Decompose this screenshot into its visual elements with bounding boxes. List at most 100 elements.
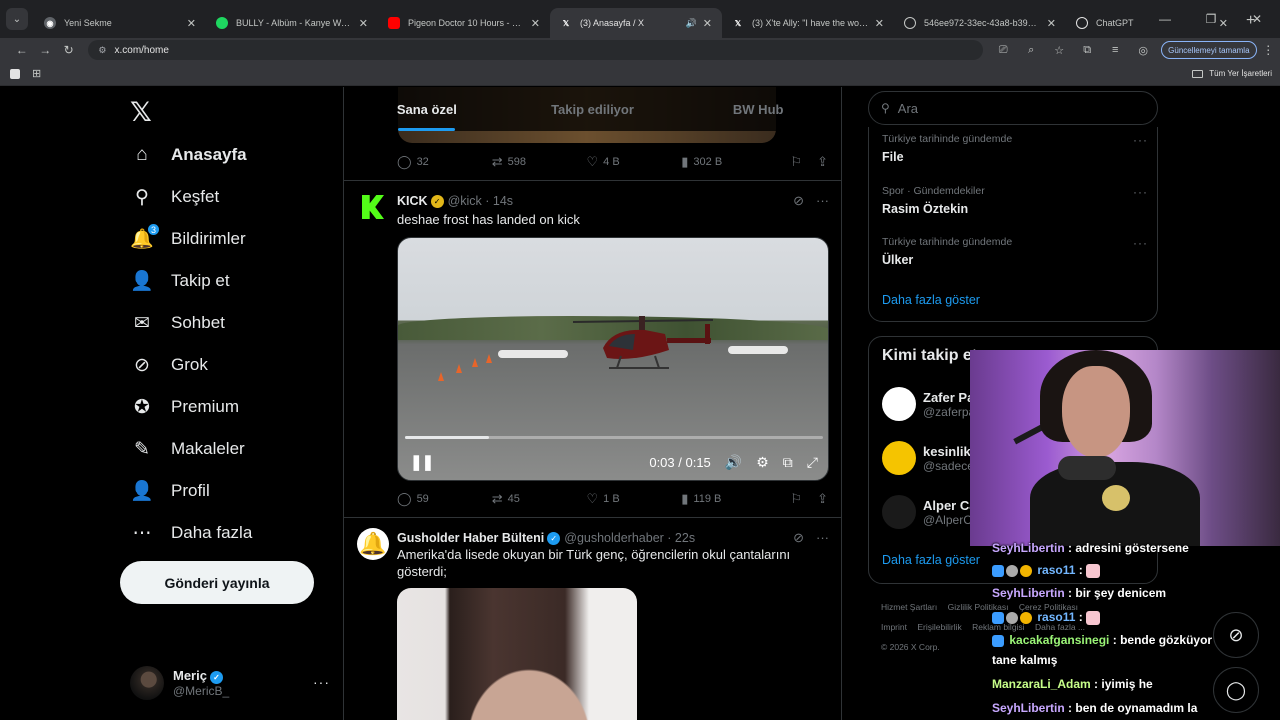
grok-icon[interactable]: ⊘ — [793, 193, 804, 209]
bookmark-app-icon[interactable] — [10, 68, 20, 79]
speaker-icon[interactable]: 🔊 — [686, 18, 697, 29]
bookmark-icon[interactable]: ⚐ — [776, 491, 802, 507]
tweet-gusholder[interactable]: 🔔 Gusholder Haber Bülteni ✓ @gusholderha… — [344, 518, 841, 720]
x-logo-icon[interactable]: 𝕏 — [130, 97, 152, 128]
author-name[interactable]: KICK — [397, 194, 428, 208]
footer-link[interactable]: Erişilebilirlik — [917, 622, 961, 632]
author-handle[interactable]: @kick · 14s — [448, 194, 513, 208]
sidebar-item-mail[interactable]: ✉ Sohbet — [130, 303, 225, 343]
like-button[interactable]: ♡ 1 B — [587, 491, 682, 507]
browser-tab[interactable]: ◉ Yeni Sekme ✕ — [34, 8, 206, 38]
browser-tab[interactable]: 𝕏 (3) X'te Ally: "I have the world o ✕ — [722, 8, 894, 38]
sidebar-item-search[interactable]: ⚲ Keşfet — [130, 177, 219, 217]
sidebar-item-home[interactable]: ⌂ Anasayfa — [130, 135, 246, 175]
sidebar-item-profile[interactable]: 👤 Profil — [130, 471, 210, 511]
extensions-icon[interactable]: ⧉ — [1073, 44, 1101, 57]
sidebar-item-grok[interactable]: ⊘ Grok — [130, 345, 208, 385]
footer-link[interactable]: Hizmet Şartları — [881, 602, 937, 612]
star-icon[interactable]: ☆ — [1045, 44, 1073, 57]
video-progress-bar[interactable] — [405, 436, 823, 439]
trend-item[interactable]: Spor · Gündemdekiler Rasim Öztekin ··· — [882, 185, 1148, 216]
author-handle[interactable]: @gusholderhaber · 22s — [564, 531, 695, 545]
badge-icon — [1020, 564, 1032, 577]
repost-button[interactable]: ⇄ 598 — [492, 154, 587, 170]
search-input[interactable]: ⚲ Ara — [868, 91, 1158, 125]
follow-suggestion[interactable]: kesinlikl @sadece — [882, 441, 974, 475]
address-bar[interactable]: ⚙ x.com/home — [88, 40, 984, 60]
all-bookmarks[interactable]: Tüm Yer İşaretleri — [1192, 69, 1272, 78]
media-icon[interactable]: ≡ — [1101, 44, 1129, 57]
close-tab-icon[interactable]: ✕ — [187, 17, 196, 30]
back-icon[interactable]: ← — [10, 43, 33, 57]
maximize-icon[interactable]: ❐ — [1188, 12, 1234, 26]
sidebar-item-bell[interactable]: 🔔 3 Bildirimler — [130, 219, 246, 259]
views-button[interactable]: ▮ 302 B — [681, 154, 776, 170]
close-tab-icon[interactable]: ✕ — [531, 17, 540, 30]
fullscreen-icon[interactable]: ⤢ — [807, 454, 818, 471]
reply-button[interactable]: ◯ 59 — [397, 491, 492, 507]
browser-tab[interactable]: 546ee972-33ec-43a8-b399-68 ✕ — [894, 8, 1066, 38]
forward-icon[interactable]: → — [33, 43, 56, 57]
like-button[interactable]: ♡ 4 B — [587, 154, 682, 170]
sidebar-item-more[interactable]: ⋯ Daha fazla — [130, 513, 253, 553]
pip-icon[interactable]: ⧉ — [783, 454, 793, 471]
close-tab-icon[interactable]: ✕ — [1047, 17, 1056, 30]
reload-icon[interactable]: ↻ — [57, 43, 80, 57]
share-icon[interactable]: ⇪ — [802, 154, 828, 170]
cast-icon[interactable]: ⎚ — [989, 44, 1017, 57]
show-more-link[interactable]: Daha fazla göster — [882, 293, 980, 307]
video-player[interactable]: ❚❚ 0:03 / 0:15 🔊 ⚙ ⧉ ⤢ — [397, 237, 829, 481]
grok-floating-button[interactable]: ⊘ — [1213, 612, 1259, 658]
browser-tab-active[interactable]: 𝕏 (3) Anasayfa / X 🔊 ✕ — [550, 8, 722, 38]
repost-button[interactable]: ⇄ 45 — [492, 491, 587, 507]
gusholder-avatar[interactable]: 🔔 — [357, 528, 389, 560]
more-dots-icon[interactable]: ··· — [816, 530, 829, 546]
trend-item[interactable]: Türkiye tarihinde gündemde File ··· — [882, 133, 1148, 164]
close-tab-icon[interactable]: ✕ — [703, 17, 712, 30]
account-switcher[interactable]: Meriç ✓ @MericB_ ··· — [130, 666, 330, 700]
tab-bw-hub[interactable]: BW Hub — [675, 87, 841, 131]
sidebar-item-articles[interactable]: ✎ Makaleler — [130, 429, 245, 469]
kebab-menu-icon[interactable]: ⋮ — [1257, 43, 1280, 57]
tab-following[interactable]: Takip ediliyor — [510, 87, 676, 131]
reply-button[interactable]: ◯ 32 — [397, 154, 492, 170]
kick-avatar[interactable] — [357, 191, 389, 223]
grok-icon[interactable]: ⊘ — [793, 530, 804, 546]
post-button[interactable]: Gönderi yayınla — [120, 561, 314, 604]
more-dots-icon[interactable]: ··· — [1133, 133, 1148, 147]
sidebar-item-follow[interactable]: 👤 Takip et — [130, 261, 229, 301]
more-dots-icon[interactable]: ··· — [1133, 236, 1148, 250]
follow-suggestion[interactable]: Zafer Pa @zaferpa — [882, 387, 975, 421]
site-info-icon[interactable]: ⚙ — [98, 45, 106, 56]
author-name[interactable]: Gusholder Haber Bülteni — [397, 531, 544, 545]
messages-floating-button[interactable]: ◯ — [1213, 667, 1259, 713]
footer-link[interactable]: Imprint — [881, 622, 907, 632]
tweet-media[interactable] — [397, 588, 637, 720]
apps-grid-icon[interactable]: ⊞ — [32, 67, 41, 80]
follow-suggestion[interactable]: Alper Ca @AlperC — [882, 495, 976, 529]
browser-tab[interactable]: BULLY - Albüm - Kanye West, Y ✕ — [206, 8, 378, 38]
share-icon[interactable]: ⇪ — [802, 491, 828, 507]
more-dots-icon[interactable]: ··· — [816, 193, 829, 209]
bookmark-icon[interactable]: ⚐ — [776, 154, 802, 170]
volume-icon[interactable]: 🔊 — [725, 454, 742, 471]
sidebar-item-premium[interactable]: ✪ Premium — [130, 387, 239, 427]
account-icon[interactable]: ◎ — [1129, 44, 1157, 57]
show-more-link[interactable]: Daha fazla göster — [882, 553, 980, 567]
tweet-kick[interactable]: KICK ✓ @kick · 14s ⊘ ··· deshae frost has… — [344, 181, 841, 517]
settings-gear-icon[interactable]: ⚙ — [756, 454, 769, 471]
zoom-icon[interactable]: ⌕ — [1017, 44, 1045, 57]
trend-item[interactable]: Türkiye tarihinde gündemde Ülker ··· — [882, 236, 1148, 267]
browser-tab[interactable]: Pigeon Doctor 10 Hours - YouT ✕ — [378, 8, 550, 38]
more-dots-icon[interactable]: ··· — [313, 674, 330, 690]
close-tab-icon[interactable]: ✕ — [359, 17, 368, 30]
close-tab-icon[interactable]: ✕ — [875, 17, 884, 30]
views-button[interactable]: ▮ 119 B — [681, 491, 776, 507]
tab-for-you[interactable]: Sana özel — [344, 87, 510, 131]
pause-icon[interactable]: ❚❚ — [410, 453, 434, 471]
more-dots-icon[interactable]: ··· — [1133, 185, 1148, 199]
update-button[interactable]: Güncellemeyi tamamla — [1161, 41, 1257, 59]
minimize-icon[interactable]: — — [1142, 12, 1188, 26]
tab-search-icon[interactable]: ⌄ — [6, 8, 28, 30]
close-window-icon[interactable]: ✕ — [1234, 12, 1280, 26]
